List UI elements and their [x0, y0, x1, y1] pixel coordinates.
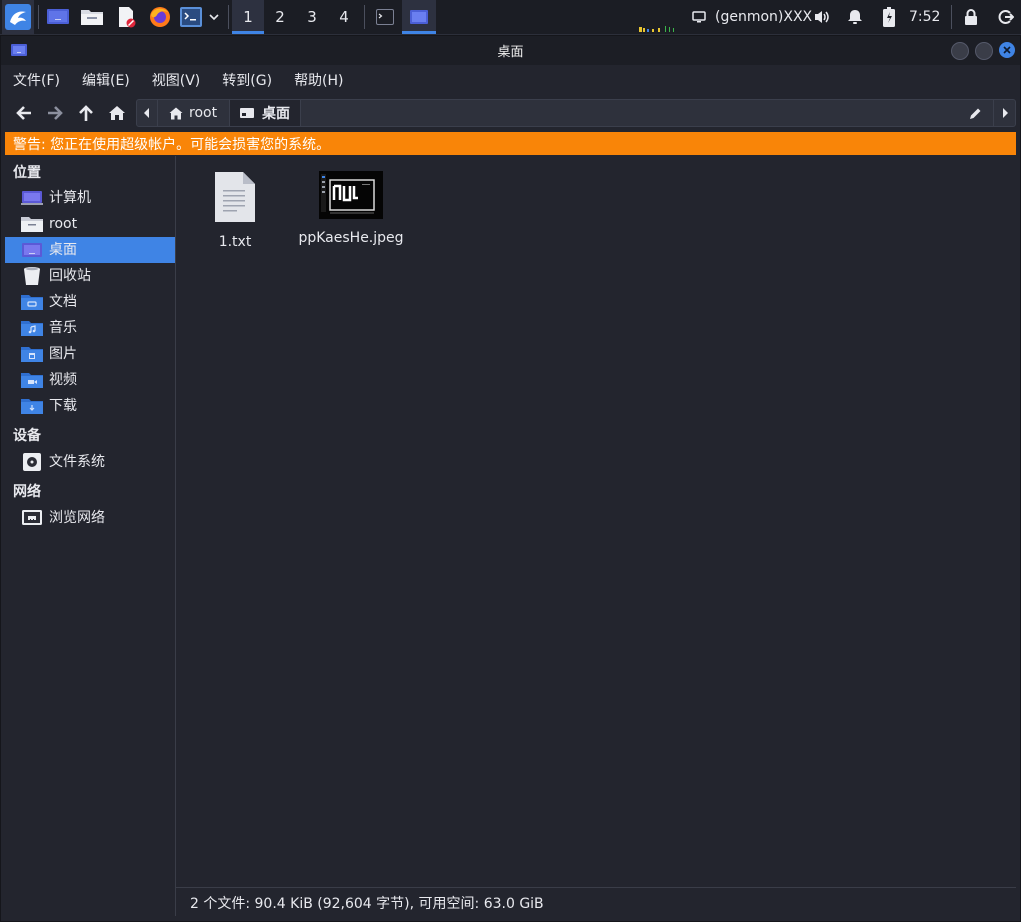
- window-title: 桌面: [497, 44, 524, 60]
- lock-screen-icon[interactable]: [961, 0, 981, 34]
- close-icon: [1003, 46, 1011, 54]
- home-folder-icon: [21, 217, 43, 232]
- file-name: ppKaesHe.jpeg: [298, 230, 404, 246]
- desktop-folder-icon: [240, 108, 254, 118]
- window-app-icon: [11, 44, 27, 56]
- sidebar-item-filesystem[interactable]: 文件系统: [5, 449, 175, 475]
- cpu-graph: [636, 0, 680, 34]
- path-scroll-left-button[interactable]: [137, 100, 158, 126]
- clock[interactable]: 7:52: [909, 0, 940, 34]
- computer-icon: [21, 191, 43, 205]
- minimize-button[interactable]: [951, 42, 969, 60]
- downloads-folder-icon: [21, 399, 43, 414]
- sidebar-item-browse-network[interactable]: 浏览网络: [5, 505, 175, 531]
- taskbar-terminal-window[interactable]: [370, 0, 400, 34]
- chevron-left-icon: [144, 108, 149, 118]
- sidebar-header-places: 位置: [13, 165, 41, 181]
- taskbar-file-manager-window[interactable]: [402, 0, 436, 34]
- logout-icon[interactable]: [995, 0, 1017, 34]
- sidebar-item-computer[interactable]: 计算机: [5, 185, 175, 211]
- edit-location-button[interactable]: [963, 100, 987, 126]
- file-name: 1.txt: [218, 234, 252, 250]
- pencil-icon: [969, 108, 980, 119]
- parent-folder-button[interactable]: [72, 95, 100, 131]
- home-icon: [169, 107, 183, 119]
- harddisk-icon: [23, 453, 41, 471]
- status-bar: 2 个文件: 90.4 KiB (92,604 字节), 可用空间: 63.0 …: [176, 887, 1016, 917]
- close-button[interactable]: [999, 42, 1015, 58]
- workspace-2-button[interactable]: 2: [264, 0, 296, 34]
- workspace-1-button[interactable]: 1: [232, 0, 264, 34]
- firefox-icon[interactable]: [146, 0, 174, 34]
- text-editor-icon[interactable]: [112, 0, 140, 34]
- path-crumb-root[interactable]: root: [159, 100, 227, 126]
- music-folder-icon: [21, 321, 43, 336]
- file-view[interactable]: 1.txt ppKaesHe.jpeg: [176, 156, 1016, 886]
- pictures-folder-icon: [21, 347, 43, 362]
- window-titlebar[interactable]: 桌面: [0, 35, 1021, 65]
- back-button[interactable]: [10, 95, 38, 131]
- battery-charging-icon: [879, 0, 899, 34]
- sidebar-item-pictures[interactable]: 图片: [5, 341, 175, 367]
- root-warning-banner: 警告: 您正在使用超级帐户。可能会损害您的系统。: [5, 132, 1016, 155]
- arrow-up-icon: [79, 105, 93, 121]
- menu-go[interactable]: 转到(G): [209, 70, 279, 90]
- documents-folder-icon: [21, 295, 43, 310]
- app-menu-button[interactable]: [2, 0, 34, 34]
- home-icon: [109, 106, 125, 120]
- maximize-button[interactable]: [975, 42, 993, 60]
- menu-view[interactable]: 视图(V): [139, 70, 208, 90]
- path-crumb-desktop[interactable]: 桌面: [229, 100, 301, 126]
- sidebar: 位置 计算机 root 桌面 回收站 文档 音乐 图片 视频 下载 设备 文件系…: [5, 156, 176, 916]
- image-thumbnail: [319, 171, 383, 219]
- terminal-launcher-icon[interactable]: [179, 0, 203, 34]
- sidebar-item-root[interactable]: root: [5, 211, 175, 237]
- sidebar-header-network: 网络: [13, 484, 41, 500]
- kali-dragon-icon: [5, 4, 31, 30]
- file-item-1-txt[interactable]: 1.txt: [180, 170, 290, 250]
- sidebar-header-devices: 设备: [13, 428, 41, 444]
- home-button[interactable]: [103, 95, 131, 131]
- menu-file[interactable]: 文件(F): [0, 70, 67, 90]
- menu-help[interactable]: 帮助(H): [281, 70, 350, 90]
- sidebar-item-music[interactable]: 音乐: [5, 315, 175, 341]
- sidebar-item-desktop[interactable]: 桌面: [5, 237, 175, 263]
- menubar: 文件(F) 编辑(E) 视图(V) 转到(G) 帮助(H): [0, 65, 1021, 95]
- top-taskbar: 1 2 3 4 (genmon)XXX 7:52: [0, 0, 1021, 35]
- sidebar-item-videos[interactable]: 视频: [5, 367, 175, 393]
- network-icon: [22, 510, 42, 525]
- file-manager-icon[interactable]: [78, 0, 106, 34]
- workspace-4-button[interactable]: 4: [328, 0, 360, 34]
- genmon-monitor-icon: [690, 0, 708, 34]
- menu-edit[interactable]: 编辑(E): [69, 70, 137, 90]
- chevron-right-icon: [1003, 108, 1008, 118]
- chevron-down-icon[interactable]: [205, 0, 223, 34]
- location-bar: root 桌面: [136, 99, 1016, 127]
- arrow-left-icon: [16, 106, 31, 120]
- videos-folder-icon: [21, 373, 43, 388]
- trash-icon: [24, 267, 40, 285]
- forward-button[interactable]: [41, 95, 69, 131]
- path-scroll-right-button[interactable]: [993, 100, 1016, 126]
- workspace-3-button[interactable]: 3: [296, 0, 328, 34]
- show-desktop-icon[interactable]: [44, 0, 72, 34]
- notification-bell-icon[interactable]: [845, 0, 865, 34]
- desktop-icon: [22, 243, 42, 257]
- arrow-right-icon: [48, 106, 63, 120]
- sidebar-item-trash[interactable]: 回收站: [5, 263, 175, 289]
- sidebar-item-documents[interactable]: 文档: [5, 289, 175, 315]
- file-item-ppkaeshe-jpeg[interactable]: ppKaesHe.jpeg: [296, 170, 406, 246]
- sidebar-item-downloads[interactable]: 下载: [5, 393, 175, 419]
- genmon-label: (genmon)XXX: [715, 9, 813, 25]
- text-file-icon: [215, 172, 255, 222]
- volume-icon[interactable]: [812, 0, 832, 34]
